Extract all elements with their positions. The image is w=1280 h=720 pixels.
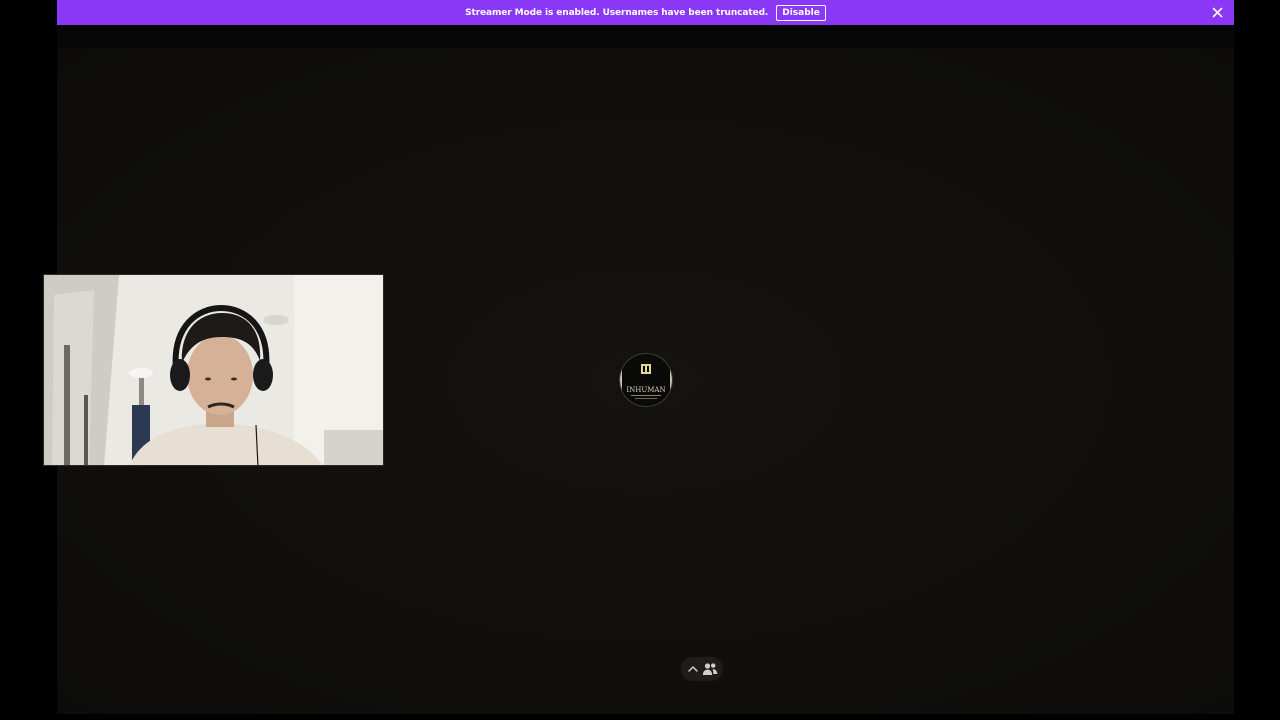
participants-toggle[interactable] bbox=[681, 657, 723, 681]
streamer-mode-message: Streamer Mode is enabled. Usernames have… bbox=[465, 7, 769, 18]
call-header bbox=[57, 25, 1234, 48]
chevron-up-icon bbox=[687, 666, 698, 672]
avatar-text: INHUMAN bbox=[626, 386, 665, 394]
disable-streamer-mode-button[interactable]: Disable bbox=[776, 4, 826, 21]
server-avatar[interactable]: INHUMAN bbox=[619, 353, 673, 407]
streamer-mode-banner: Streamer Mode is enabled. Usernames have… bbox=[57, 0, 1234, 25]
webcam-feed bbox=[44, 275, 383, 465]
close-icon[interactable] bbox=[1209, 4, 1226, 21]
webcam-video-tile[interactable] bbox=[43, 274, 384, 466]
people-icon bbox=[702, 663, 717, 675]
